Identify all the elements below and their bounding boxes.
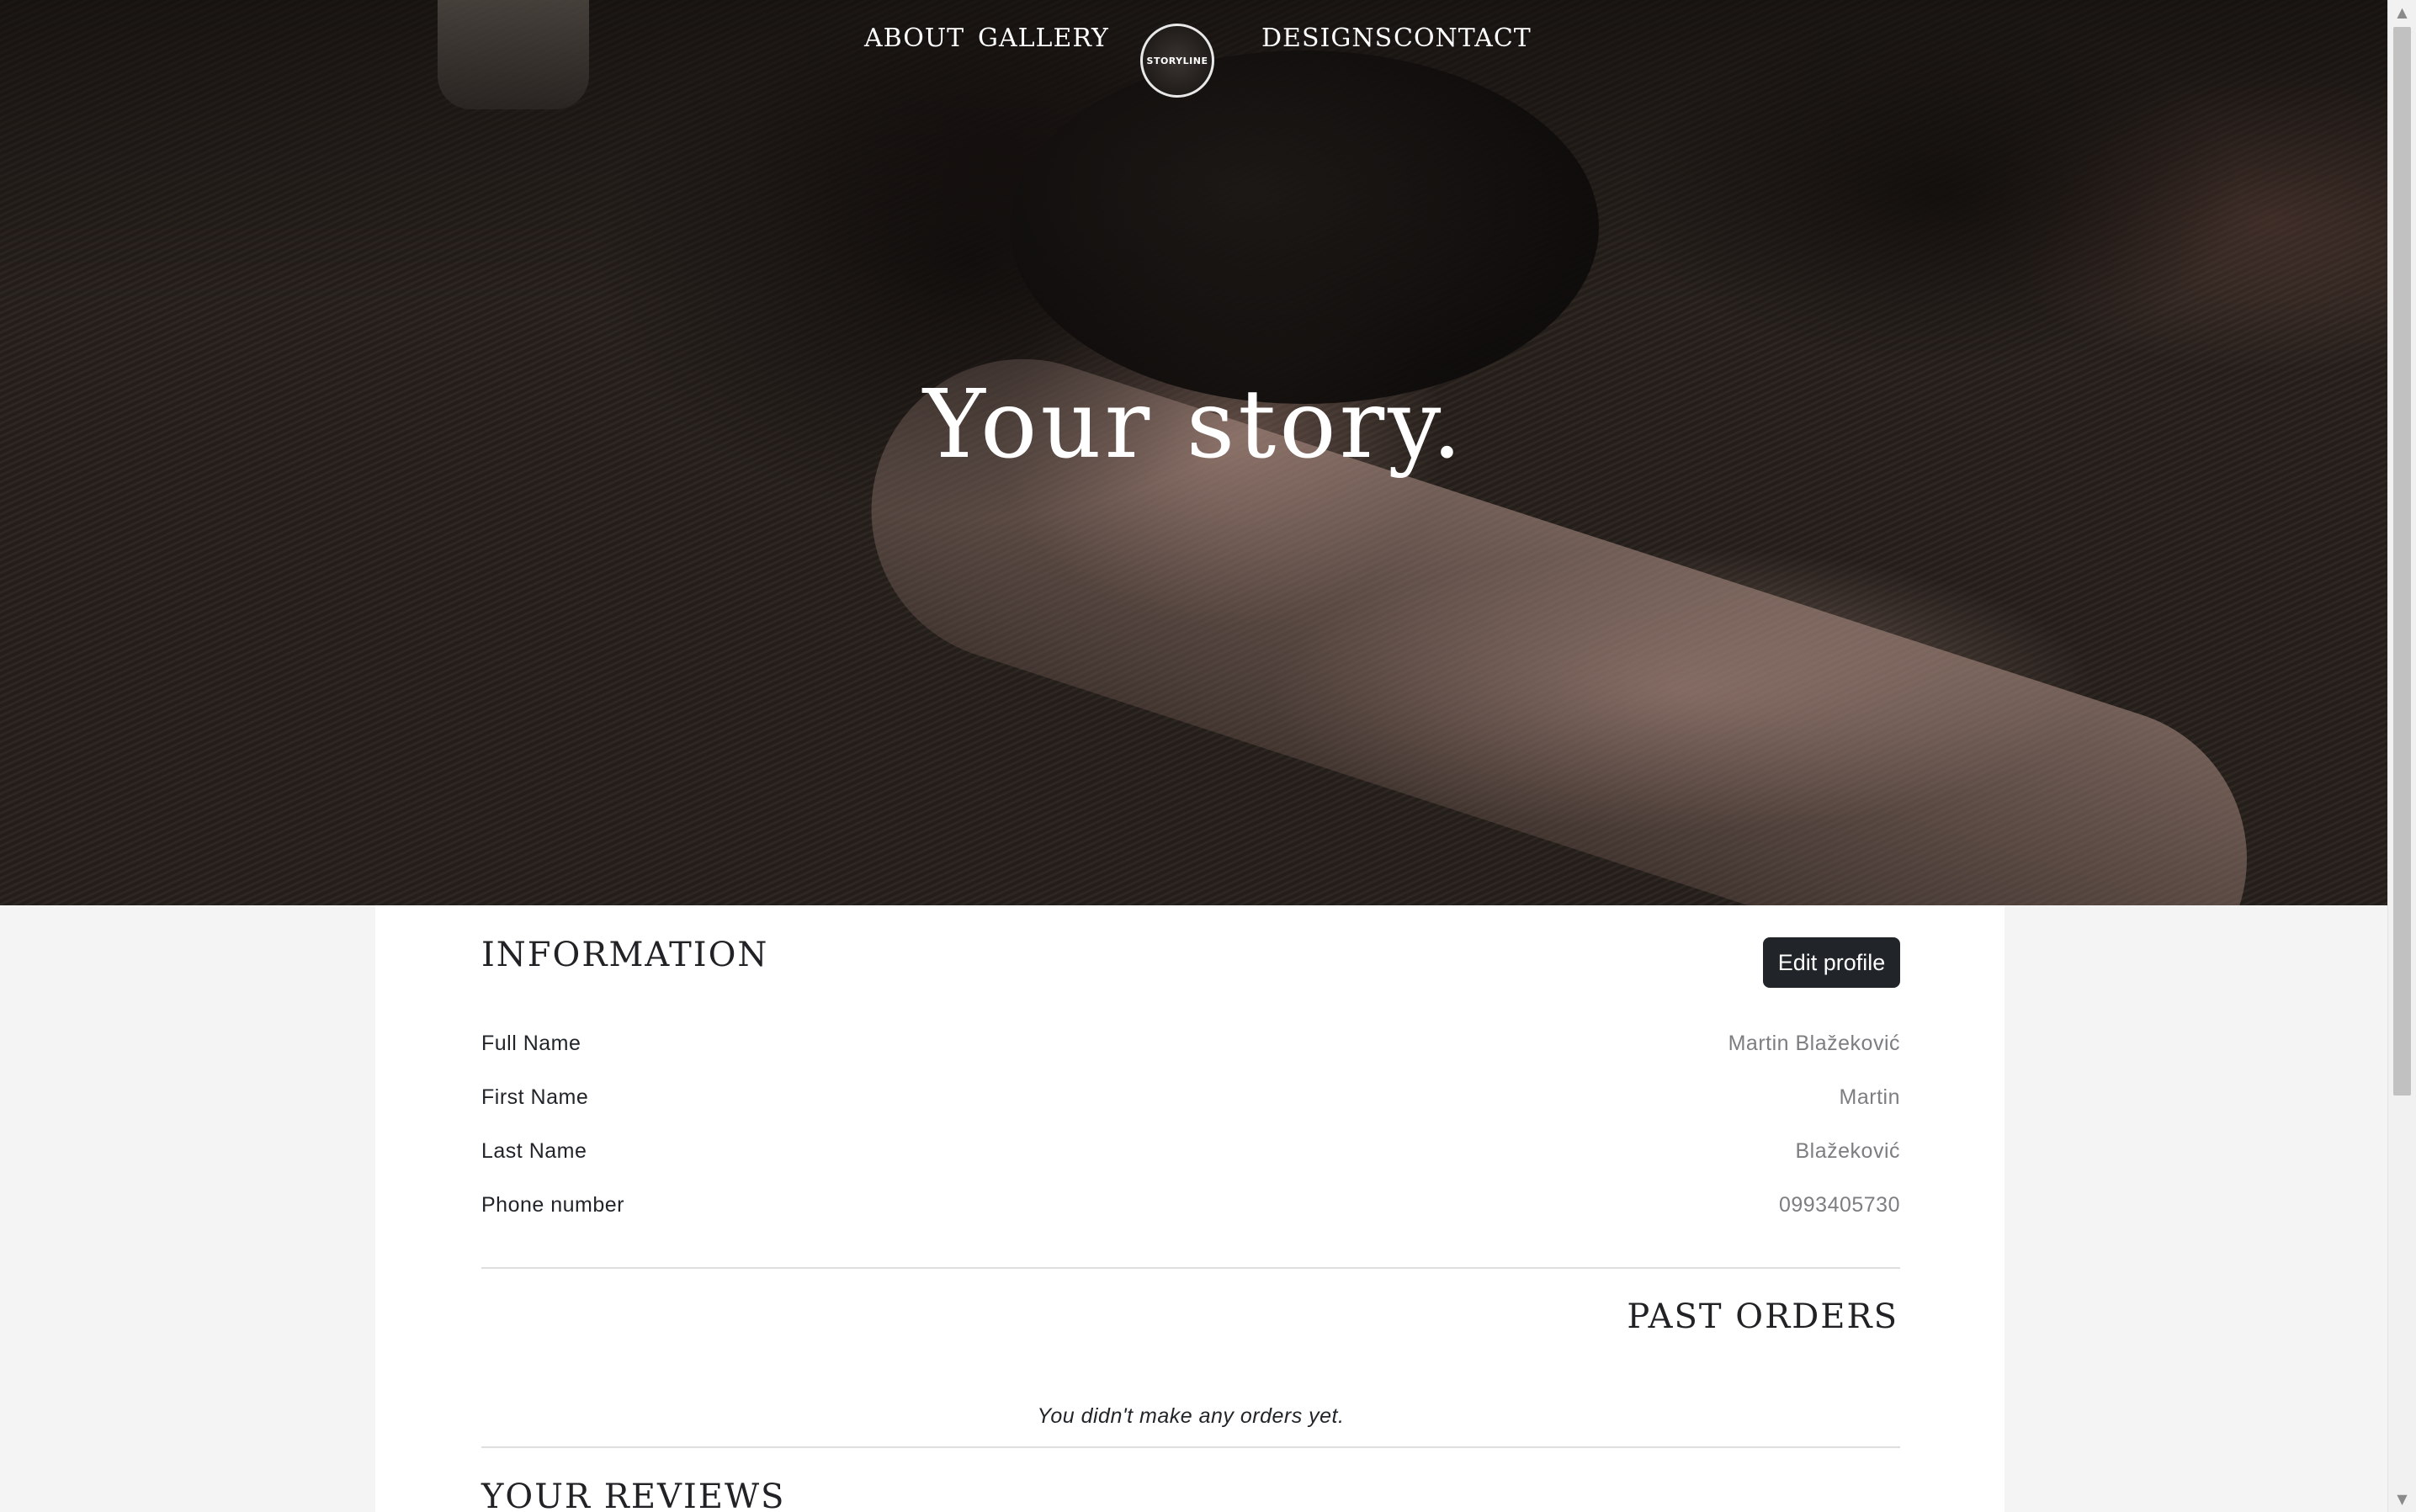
info-label: Last Name [481,1139,587,1163]
information-title: INFORMATION [481,936,769,974]
your-reviews-title: YOUR REVIEWS [481,1478,786,1512]
info-value: Martin Blažeković [1728,1032,1900,1055]
nav-link-designs[interactable]: DESIGNS [1261,24,1393,53]
vertical-scrollbar[interactable]: ▲ ▼ [2387,0,2416,1512]
logo-text: STORYLINE [1146,55,1208,66]
scrollbar-thumb[interactable] [2393,27,2411,1096]
scroll-down-arrow-icon[interactable]: ▼ [2388,1487,2416,1512]
section-divider [481,1267,1900,1269]
hero-gloved-hand [1010,50,1599,404]
info-row-phone-number: Phone number 0993405730 [481,1193,1900,1227]
nav-link-contact[interactable]: CONTACT [1394,24,1532,53]
info-value: Martin [1839,1085,1900,1109]
info-row-last-name: Last Name Blažeković [481,1139,1900,1173]
nav-link-gallery[interactable]: GALLERY [978,24,1109,53]
section-divider [481,1446,1900,1448]
info-label: First Name [481,1085,589,1109]
scroll-up-arrow-icon[interactable]: ▲ [2388,0,2416,25]
info-row-full-name: Full Name Martin Blažeković [481,1032,1900,1065]
edit-profile-button[interactable]: Edit profile [1763,937,1900,988]
nav-link-about[interactable]: ABOUT [864,24,964,53]
top-navigation: ABOUT GALLERY STORYLINE DESIGNS CONTACT [0,19,2388,103]
info-value: 0993405730 [1778,1193,1900,1217]
profile-card: INFORMATION Edit profile Full Name Marti… [375,905,2004,1512]
info-value: Blažeković [1795,1139,1900,1163]
storyline-logo[interactable]: STORYLINE [1140,24,1214,98]
info-label: Full Name [481,1032,581,1055]
page: Your story. ABOUT GALLERY STORYLINE DESI… [0,0,2416,1512]
past-orders-title: PAST ORDERS [1627,1297,1898,1336]
info-row-first-name: First Name Martin [481,1085,1900,1119]
info-label: Phone number [481,1193,625,1217]
no-orders-message: You didn't make any orders yet. [1037,1404,1345,1428]
hero-title: Your story. [922,370,1466,480]
hero-banner: Your story. [0,0,2388,905]
